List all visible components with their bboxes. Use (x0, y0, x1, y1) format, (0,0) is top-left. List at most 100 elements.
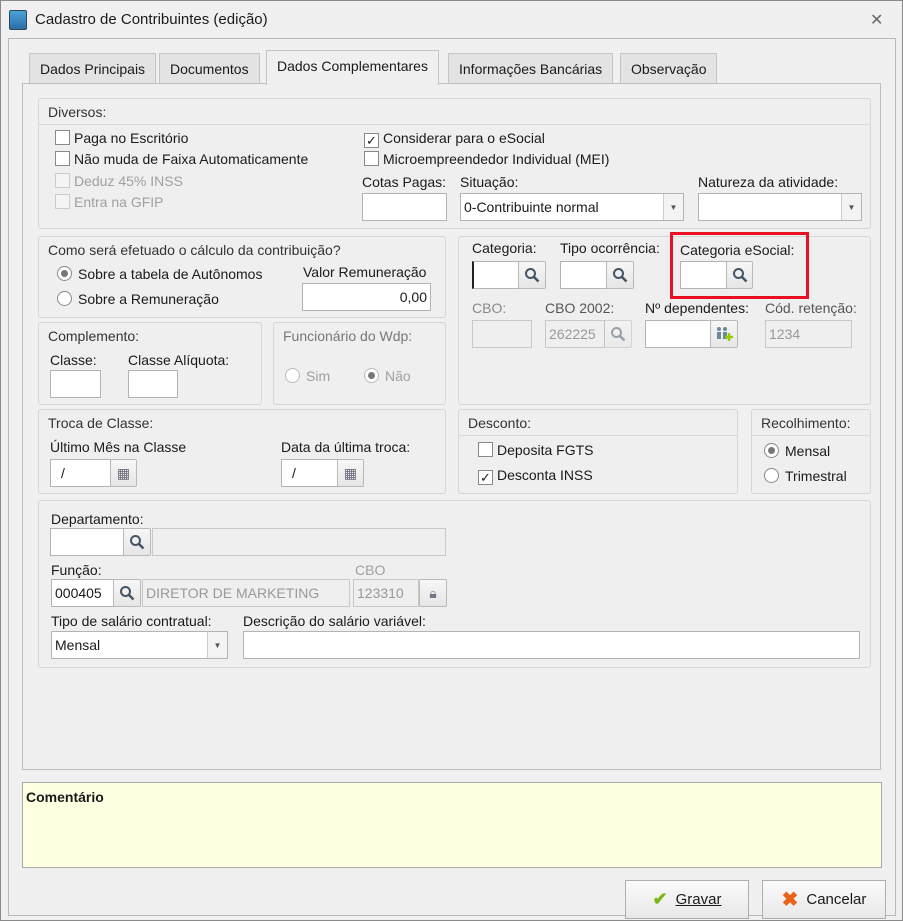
radio-label: Trimestral (785, 468, 847, 484)
categoria-label: Categoria: (472, 240, 537, 256)
radio-button (364, 368, 379, 383)
checkbox-entra-gfip: Entra na GFIP (55, 194, 163, 210)
comentario-area[interactable]: Comentário (22, 782, 882, 868)
gravar-button[interactable]: ✔ Gravar (625, 880, 749, 919)
descricao-salario-label: Descrição do salário variável: (243, 613, 426, 629)
situacao-label: Situação: (460, 174, 519, 190)
natureza-select[interactable]: ▼ (698, 193, 862, 221)
tab-informacoes-bancarias[interactable]: Informações Bancárias (448, 53, 614, 84)
classe-aliquota-input[interactable] (128, 370, 178, 398)
radio-wdp-nao: Não (364, 368, 411, 384)
checkbox-box[interactable] (478, 442, 493, 457)
unlock-cbo-button[interactable]: 🔒︎ (419, 579, 447, 607)
calendar-button[interactable]: ▦ (337, 459, 364, 487)
tipo-salario-select[interactable]: Mensal ▼ (51, 631, 228, 659)
descricao-salario-input[interactable] (243, 631, 860, 659)
checkbox-label: Considerar para o eSocial (383, 130, 545, 146)
search-icon (611, 327, 626, 342)
radio-label: Mensal (785, 443, 831, 459)
radio-mensal[interactable]: Mensal (764, 443, 830, 459)
data-ultima-troca-input[interactable]: / (281, 459, 338, 487)
radio-button[interactable] (764, 443, 779, 458)
search-categoria-esocial-button[interactable] (726, 261, 753, 289)
search-icon (130, 535, 145, 550)
search-icon (613, 268, 628, 283)
calendar-button[interactable]: ▦ (110, 459, 137, 487)
chevron-down-icon[interactable]: ▼ (841, 194, 861, 220)
checkbox-box[interactable] (55, 130, 70, 145)
dependentes-input[interactable] (645, 320, 711, 348)
radio-wdp-sim: Sim (285, 368, 330, 384)
classe-aliquota-label: Classe Alíquota: (128, 352, 230, 368)
tipo-ocorrencia-input[interactable] (560, 261, 607, 289)
radio-tabela-autonomos[interactable]: Sobre a tabela de Autônomos (57, 266, 272, 282)
departamento-label: Departamento: (51, 511, 144, 527)
situacao-select[interactable]: 0-Contribuinte normal ▼ (460, 193, 684, 221)
radio-trimestral[interactable]: Trimestral (764, 468, 847, 484)
cbo2002-input: 262225 (545, 320, 605, 348)
select-value: Mensal (55, 637, 101, 653)
checkbox-box[interactable] (55, 151, 70, 166)
ultimo-mes-input[interactable]: / (50, 459, 111, 487)
tab-dados-principais[interactable]: Dados Principais (29, 53, 157, 84)
cbo-label: CBO: (472, 300, 507, 316)
select-value: 0-Contribuinte normal (464, 199, 599, 215)
categoria-esocial-label: Categoria eSocial: (680, 242, 795, 258)
checkbox-label: Não muda de Faixa Automaticamente (74, 151, 309, 167)
tab-dados-complementares[interactable]: Dados Complementares (266, 50, 439, 85)
checkbox-paga-escritorio[interactable]: Paga no Escritório (55, 130, 188, 146)
radio-sobre-remuneracao[interactable]: Sobre a Remuneração (57, 291, 219, 307)
checkmark-icon[interactable]: ✓ (364, 133, 379, 148)
chevron-down-icon[interactable]: ▼ (207, 632, 227, 658)
x-icon: ✖ (781, 889, 799, 911)
search-departamento-button[interactable] (123, 528, 151, 556)
funcao-label: Função: (51, 562, 102, 578)
funcao-cbo-input: 123310 (353, 579, 419, 607)
radio-label: Sobre a Remuneração (78, 291, 219, 307)
cotas-label: Cotas Pagas: (362, 174, 447, 190)
cancelar-label: Cancelar (806, 891, 867, 908)
cancelar-button[interactable]: ✖ Cancelar (762, 880, 886, 919)
checkbox-mei[interactable]: Microempreendedor Individual (MEI) (364, 151, 609, 167)
chevron-down-icon[interactable]: ▼ (663, 194, 683, 220)
group-funcionario-wdp: Funcionário do Wdp: (273, 322, 446, 405)
checkbox-deposita-fgts[interactable]: Deposita FGTS (478, 442, 593, 458)
tab-observacao[interactable]: Observação (620, 53, 718, 84)
search-funcao-button[interactable] (113, 579, 141, 607)
checkbox-nao-muda-faixa[interactable]: Não muda de Faixa Automaticamente (55, 151, 308, 167)
checkbox-desconta-inss[interactable]: ✓ Desconta INSS (478, 467, 593, 485)
group-title: Funcionário do Wdp: (283, 328, 413, 344)
checkmark-icon[interactable]: ✓ (478, 470, 493, 485)
close-icon[interactable]: ✕ (870, 10, 883, 30)
group-title: Complemento: (48, 328, 140, 344)
checkbox-label: Deposita FGTS (497, 442, 594, 458)
valor-remuneracao-input[interactable]: 0,00 (302, 283, 431, 311)
add-dependentes-button[interactable] (710, 320, 738, 348)
categoria-esocial-input[interactable] (680, 261, 727, 289)
checkbox-considerar-esocial[interactable]: ✓ Considerar para o eSocial (364, 130, 545, 148)
tipo-salario-label: Tipo de salário contratual: (51, 613, 212, 629)
checkbox-box[interactable] (364, 151, 379, 166)
tab-documentos[interactable]: Documentos (159, 53, 260, 84)
radio-button[interactable] (57, 291, 72, 306)
search-tipo-ocorrencia-button[interactable] (606, 261, 634, 289)
departamento-input[interactable] (50, 528, 124, 556)
cotas-input[interactable] (362, 193, 447, 221)
padlock-icon: 🔒︎ (429, 584, 437, 601)
funcao-input[interactable]: 000405 (51, 579, 114, 607)
radio-button[interactable] (764, 468, 779, 483)
radio-button[interactable] (57, 266, 72, 281)
checkbox-label: Entra na GFIP (74, 194, 164, 210)
search-icon (732, 268, 747, 283)
categoria-input[interactable] (472, 261, 519, 289)
classe-input[interactable] (50, 370, 101, 398)
checkbox-label: Deduz 45% INSS (74, 173, 183, 189)
checkbox-label: Microempreendedor Individual (MEI) (383, 151, 610, 167)
group-title: Diversos: (39, 99, 870, 125)
calendar-icon: ▦ (116, 464, 131, 481)
comentario-label: Comentário (26, 789, 104, 805)
search-icon (120, 586, 135, 601)
search-cbo2002-button (604, 320, 632, 348)
classe-label: Classe: (50, 352, 97, 368)
search-categoria-button[interactable] (518, 261, 546, 289)
